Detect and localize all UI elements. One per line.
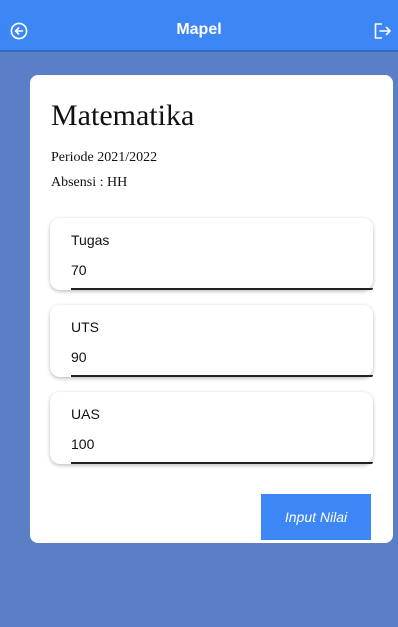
- uas-label: UAS: [71, 406, 100, 422]
- uas-field[interactable]: UAS 100: [50, 392, 373, 464]
- logout-icon: [374, 23, 391, 39]
- subject-card: Matematika Periode 2021/2022 Absensi : H…: [30, 75, 393, 543]
- tugas-label: Tugas: [71, 232, 110, 248]
- back-button[interactable]: [8, 20, 30, 42]
- uts-value[interactable]: 90: [71, 349, 87, 365]
- input-nilai-button[interactable]: Input Nilai: [261, 494, 371, 540]
- uas-value[interactable]: 100: [71, 436, 94, 452]
- subject-title: Matematika: [51, 99, 195, 132]
- absensi-text: Absensi : HH: [51, 175, 128, 190]
- uts-field[interactable]: UTS 90: [50, 305, 373, 377]
- uas-underline: [71, 462, 373, 464]
- app-bar-title: Mapel: [176, 21, 222, 38]
- tugas-underline: [71, 288, 373, 290]
- app-bar: Mapel: [0, 0, 398, 52]
- tugas-value[interactable]: 70: [71, 262, 87, 278]
- tugas-field[interactable]: Tugas 70: [50, 218, 373, 290]
- screen: Mapel Matematika Periode 2021/2022 Absen…: [0, 0, 398, 627]
- uts-label: UTS: [71, 319, 99, 335]
- arrow-left-circle-icon: [10, 22, 28, 40]
- uts-underline: [71, 375, 373, 377]
- period-text: Periode 2021/2022: [51, 150, 158, 165]
- logout-button[interactable]: [372, 20, 394, 42]
